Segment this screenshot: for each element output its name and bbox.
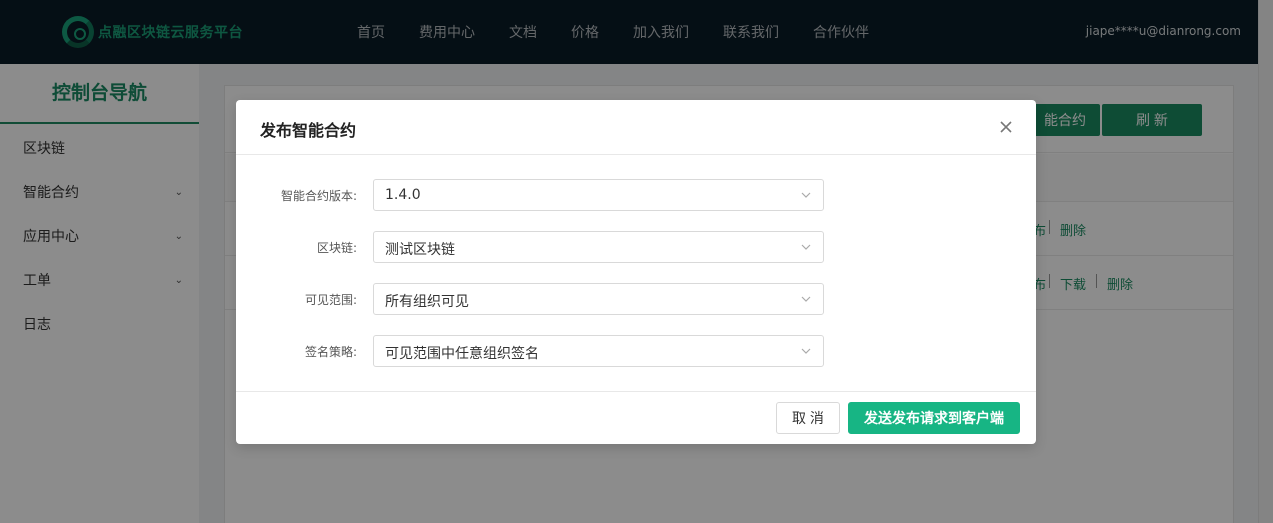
dialog-header: 发布智能合约 (236, 100, 1036, 155)
send-publish-request-button[interactable]: 发送发布请求到客户端 (848, 402, 1020, 434)
chevron-down-icon (801, 348, 811, 354)
version-value: 1.4.0 (385, 187, 421, 203)
visibility-label: 可见范围: (304, 293, 357, 307)
publish-contract-dialog: 发布智能合约 智能合约版本: 1.4.0 区块链: 测试区块链 可见范围: 所有… (236, 100, 1036, 444)
signature-policy-value: 可见范围中任意组织签名 (385, 346, 539, 362)
version-row: 智能合约版本: 1.4.0 (236, 179, 1036, 211)
visibility-select[interactable]: 所有组织可见 (373, 283, 824, 315)
cancel-button[interactable]: 取 消 (776, 402, 840, 434)
signature-policy-label: 签名策略: (304, 345, 357, 359)
close-icon[interactable] (994, 115, 1018, 139)
dialog-footer: 取 消 发送发布请求到客户端 (236, 391, 1036, 444)
version-label: 智能合约版本: (280, 189, 357, 203)
visibility-row: 可见范围: 所有组织可见 (236, 283, 1036, 315)
chevron-down-icon (801, 296, 811, 302)
blockchain-row: 区块链: 测试区块链 (236, 231, 1036, 263)
blockchain-label: 区块链: (316, 241, 357, 255)
version-select[interactable]: 1.4.0 (373, 179, 824, 211)
chevron-down-icon (801, 244, 811, 250)
visibility-value: 所有组织可见 (385, 294, 469, 310)
signature-policy-row: 签名策略: 可见范围中任意组织签名 (236, 335, 1036, 367)
blockchain-value: 测试区块链 (385, 242, 455, 258)
chevron-down-icon (801, 192, 811, 198)
signature-policy-select[interactable]: 可见范围中任意组织签名 (373, 335, 824, 367)
dialog-title: 发布智能合约 (260, 121, 357, 140)
blockchain-select[interactable]: 测试区块链 (373, 231, 824, 263)
